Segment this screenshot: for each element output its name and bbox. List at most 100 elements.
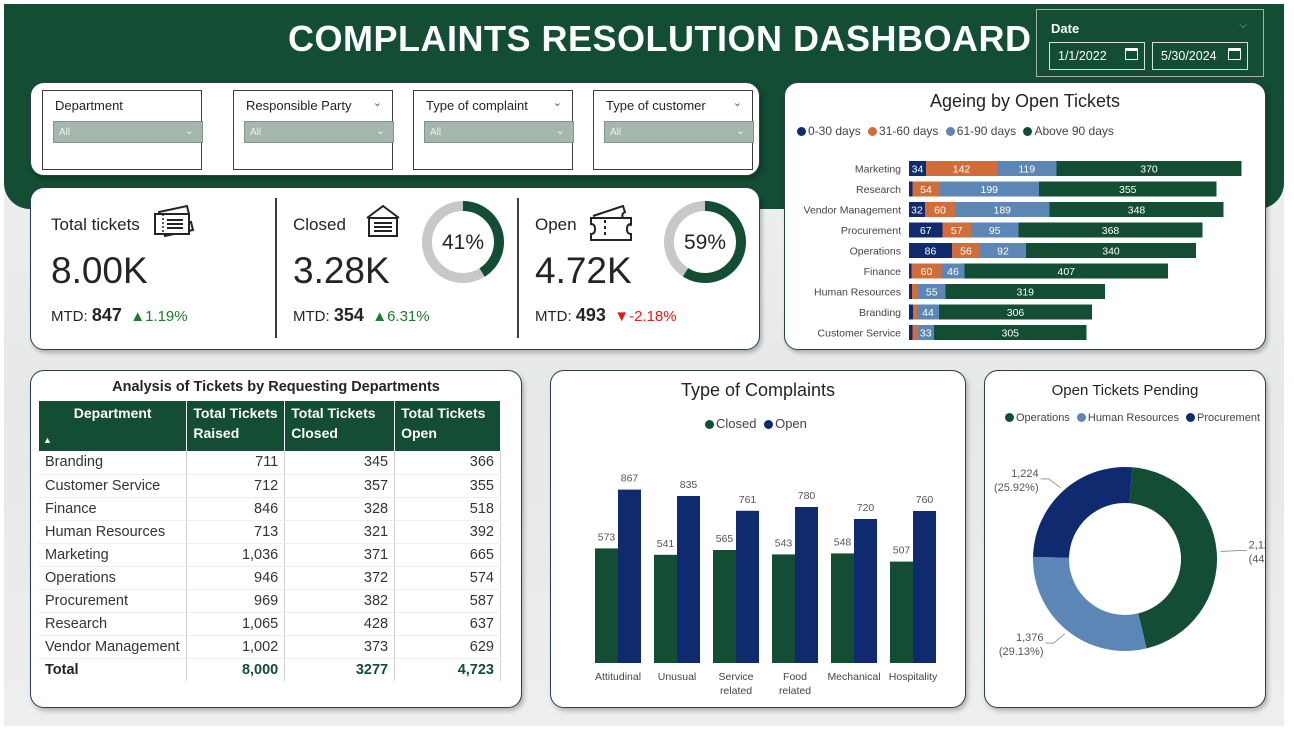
cell-value: 1,036 [186,543,286,567]
kpi-label: Closed [293,215,346,234]
data-label-pct: (44.95%) [1249,554,1265,566]
calendar-icon[interactable] [1228,48,1241,60]
data-label: 340 [1102,246,1120,258]
chevron-down-icon: ⌄ [555,125,565,137]
data-label: 199 [980,184,998,196]
legend-entry: 31-60 days [879,124,939,138]
kpi-value: 8.00K [51,250,148,291]
legend-swatch [797,127,806,136]
complaint-type-slicer[interactable]: Type of complaint ⌄ All ⌄ [413,90,574,170]
bar[interactable] [795,507,818,663]
category-label: Food [783,671,807,683]
data-label: 407 [1057,266,1075,278]
responsible-party-dropdown[interactable]: All ⌄ [244,121,394,143]
cell-department: Research [39,612,188,636]
date-range-slicer[interactable]: Date ⌵ 1/1/2022 5/30/2024 [1036,9,1264,77]
kpi-value: 4.72K [535,250,632,291]
donut-slice[interactable] [1033,467,1133,558]
bar[interactable] [736,510,759,663]
category-label: Marketing [855,164,901,176]
data-label: 95 [989,225,1001,237]
data-label: 761 [739,494,757,506]
open-ratio-ring: 59% [664,201,746,283]
table-row: Finance 846 328 518 [39,497,501,521]
bar[interactable] [595,548,618,663]
category-label: related [779,685,811,697]
cell-value: 357 [284,474,396,498]
bar-segment[interactable] [913,304,917,320]
category-label: Human Resources [814,287,901,299]
department-dropdown[interactable]: All ⌄ [53,121,203,143]
cell-value: 373 [284,635,396,659]
mtd-value: 493 [575,305,606,325]
column-header-raised[interactable]: Total Tickets Raised [186,401,286,451]
complaint-type-dropdown[interactable]: All ⌄ [424,121,574,143]
donut-slice[interactable] [1033,556,1147,651]
chevron-down-icon[interactable]: ⌵ [1239,20,1247,31]
complaints-chart-card: Type of Complaints Closed Open 573 867 Att… [550,370,966,708]
data-label: 1,224 [1011,468,1039,480]
chevron-down-icon[interactable]: ⌄ [553,96,562,109]
chart-title: Ageing by Open Tickets [929,91,1121,111]
customer-type-dropdown[interactable]: All ⌄ [604,121,754,143]
end-date-input[interactable]: 5/30/2024 [1152,42,1248,70]
legend-swatch [1005,413,1014,422]
cell-value: 345 [284,451,396,475]
donut-slice[interactable] [1129,467,1217,649]
bar-segment[interactable] [912,284,918,299]
slicer-label: Department [55,98,123,113]
table-title: Analysis of Tickets by Requesting Depart… [112,379,440,395]
column-header-department[interactable]: Department ▲ [39,401,188,451]
bar[interactable] [831,553,854,663]
column-header-open[interactable]: Total Tickets Open [394,401,501,451]
legend-entry: Above 90 days [1034,124,1114,138]
bar-segment[interactable] [912,325,918,340]
bar-segment[interactable] [909,284,912,299]
ageing-bar-chart: Marketing 34 142 119 370 Research 54 199 355 Vend… [804,161,1242,340]
bar-segment[interactable] [909,325,913,340]
bar[interactable] [713,550,736,663]
bar-segment[interactable] [909,181,913,197]
legend-swatch [1076,413,1086,422]
cell-value: 428 [284,612,396,636]
column-header-closed[interactable]: Total Tickets Closed [284,401,396,451]
cell-value: 1,002 [186,635,286,659]
ring-label: 59% [684,231,726,254]
bar[interactable] [772,554,795,663]
bar[interactable] [654,554,677,663]
kpi-label: Open [535,215,577,234]
bar-segment[interactable] [909,304,913,320]
chevron-down-icon[interactable]: ⌄ [733,96,742,109]
department-table-card: Analysis of Tickets by Requesting Depart… [30,370,522,708]
bar[interactable] [913,511,936,663]
bar[interactable] [854,519,877,663]
table-row: Procurement 969 382 587 [39,589,501,613]
category-label: Hospitality [889,671,938,683]
start-date-input[interactable]: 1/1/2022 [1049,42,1145,70]
calendar-icon[interactable] [1125,48,1138,60]
bar[interactable] [677,496,700,663]
category-label: related [720,685,752,697]
chevron-down-icon: ⌄ [375,125,385,137]
responsible-party-slicer[interactable]: Responsible Party ⌄ All ⌄ [233,90,394,170]
category-label: Finance [864,266,902,278]
sort-ascending-icon[interactable]: ▲ [43,430,52,450]
bar[interactable] [618,489,641,663]
cell-value: 328 [284,497,396,521]
cell-value: 574 [394,566,501,590]
chevron-down-icon[interactable]: ⌄ [373,96,382,109]
closed-ratio-ring: 41% [422,201,504,283]
bar-segment[interactable] [909,263,912,279]
slicer-label: Responsible Party [246,98,352,113]
cell-department: Human Resources [39,520,188,544]
data-label: 306 [1007,307,1025,319]
customer-type-slicer[interactable]: Type of customer ⌄ All ⌄ [593,90,754,170]
data-label-pct: (29.13%) [999,646,1044,658]
category-label: Operations [850,246,901,258]
mtd-label: MTD: [535,308,572,325]
legend-swatch [705,420,714,429]
cell-department: Branding [39,451,188,475]
department-slicer[interactable]: Department All ⌄ [42,90,203,170]
data-label: 319 [1016,287,1034,299]
bar[interactable] [890,561,913,663]
